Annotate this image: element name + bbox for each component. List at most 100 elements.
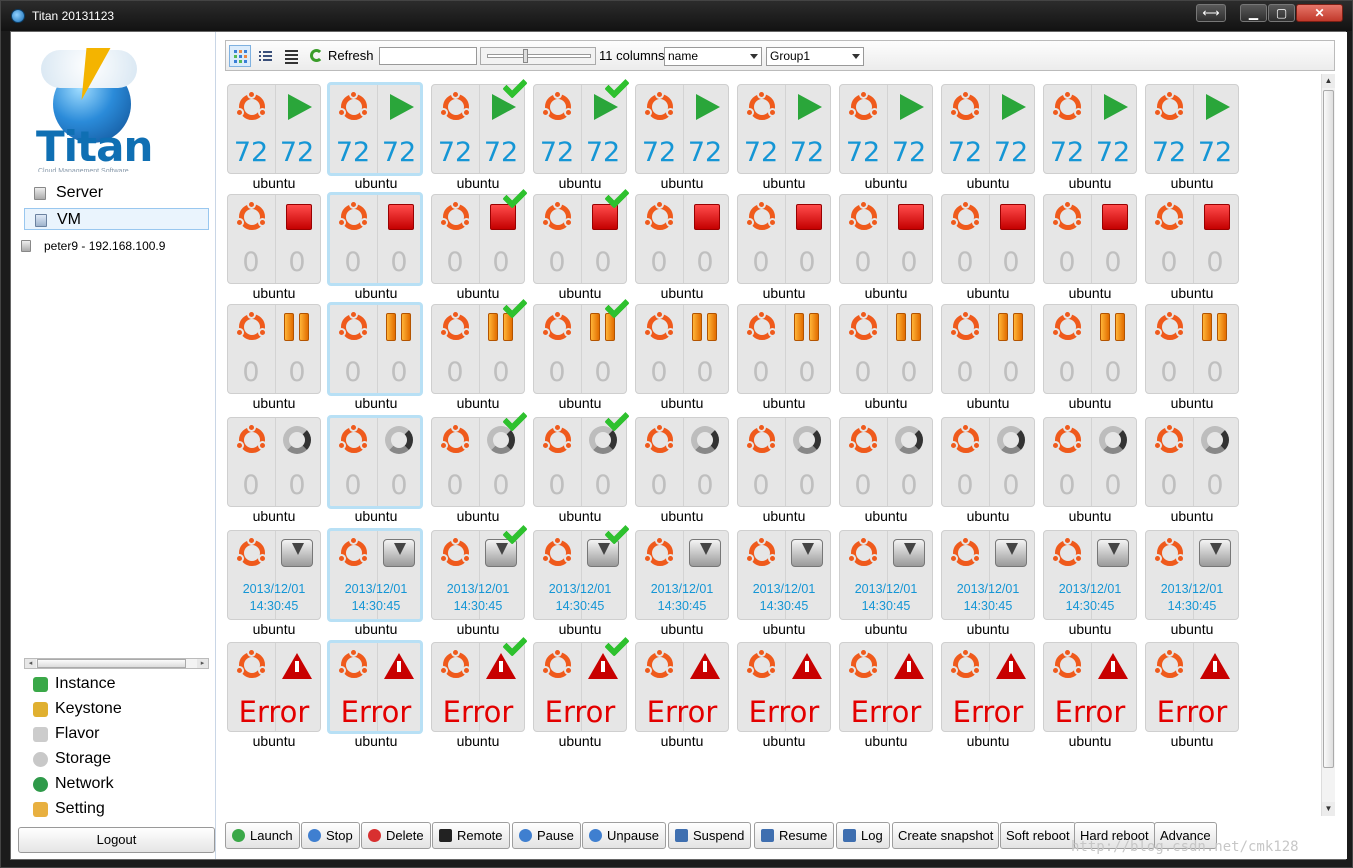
vm-tile[interactable]: 2013/12/01 14:30:45 — [431, 519, 528, 620]
vm-tile[interactable]: 00 — [1043, 304, 1137, 394]
vm-tile[interactable]: 00 — [941, 304, 1035, 394]
vm-tile[interactable]: 00 — [941, 417, 1035, 507]
restore-size-button[interactable]: ⟷ — [1196, 4, 1226, 22]
list-view-icon[interactable] — [254, 45, 276, 67]
vm-tile[interactable]: 72 72 — [1145, 84, 1239, 174]
vm-tile[interactable]: 00 — [635, 194, 729, 284]
close-button[interactable]: ✕ — [1296, 4, 1343, 22]
vm-tile[interactable]: 72 72 — [737, 84, 831, 174]
vm-tile[interactable]: 00 — [839, 194, 933, 284]
action-resume-button[interactable]: Resume — [754, 822, 835, 849]
scroll-up-button[interactable]: ▲ — [1322, 74, 1335, 88]
menu-item-keystone[interactable]: Keystone — [26, 697, 216, 722]
vm-tile[interactable]: Error — [839, 642, 933, 732]
vm-tile[interactable]: Error — [431, 631, 528, 732]
vm-tile[interactable]: 00 — [431, 406, 528, 507]
vm-tile[interactable]: 72 72 — [839, 84, 933, 174]
vm-tile[interactable]: 00 — [533, 183, 630, 284]
grid-view-icon[interactable] — [229, 45, 251, 67]
search-input[interactable] — [379, 47, 477, 65]
grid-vertical-scrollbar[interactable]: ▲ ▼ — [1321, 74, 1335, 816]
vm-tile[interactable]: 72 72 — [941, 84, 1035, 174]
menu-item-storage[interactable]: Storage — [26, 747, 216, 772]
vm-tile[interactable]: 00 — [839, 304, 933, 394]
vm-tile[interactable]: 00 — [431, 183, 528, 284]
vm-tile[interactable]: Error — [737, 642, 831, 732]
vm-tile[interactable]: 00 — [227, 194, 321, 284]
vm-tile[interactable]: 2013/12/01 14:30:45 — [533, 519, 630, 620]
vm-tile[interactable]: 72 72 — [533, 73, 630, 174]
vm-tile[interactable]: 00 — [1145, 194, 1239, 284]
columns-slider[interactable] — [480, 47, 596, 65]
scroll-left-button[interactable]: ◂ — [25, 659, 36, 668]
action-log-button[interactable]: Log — [836, 822, 890, 849]
vm-tile[interactable]: 00 — [635, 304, 729, 394]
vm-tile[interactable]: 2013/12/01 14:30:45 — [1145, 530, 1239, 620]
vm-tile[interactable]: 00 — [941, 194, 1035, 284]
scroll-right-button[interactable]: ▸ — [197, 659, 208, 668]
vm-tile[interactable]: 2013/12/01 14:30:45 — [327, 528, 423, 622]
menu-item-setting[interactable]: Setting — [26, 797, 216, 822]
vm-tile[interactable]: 00 — [327, 302, 423, 396]
action-soft-reboot-button[interactable]: Soft reboot — [1000, 822, 1076, 849]
vm-tile[interactable]: 72 72 — [327, 82, 423, 176]
action-suspend-button[interactable]: Suspend — [668, 822, 752, 849]
vm-tile[interactable]: 00 — [839, 417, 933, 507]
vm-tile[interactable]: 00 — [533, 406, 630, 507]
minimize-button[interactable]: ▁ — [1240, 4, 1267, 22]
vm-tile[interactable]: 00 — [635, 417, 729, 507]
vm-tile[interactable]: Error — [1043, 642, 1137, 732]
vm-tile[interactable]: 72 72 — [635, 84, 729, 174]
tree-item-server[interactable]: Server — [24, 182, 209, 204]
refresh-button[interactable]: Refresh — [310, 45, 374, 67]
vm-tile[interactable]: 72 72 — [1043, 84, 1137, 174]
vm-tile[interactable]: 2013/12/01 14:30:45 — [839, 530, 933, 620]
vm-tile[interactable]: 00 — [737, 417, 831, 507]
scroll-thumb[interactable] — [1323, 90, 1334, 768]
tree-horizontal-scrollbar[interactable]: ◂ ▸ — [24, 658, 209, 669]
vm-tile[interactable]: 72 72 — [431, 73, 528, 174]
menu-item-network[interactable]: Network — [26, 772, 216, 797]
menu-item-flavor[interactable]: Flavor — [26, 722, 216, 747]
vm-tile[interactable]: 00 — [227, 304, 321, 394]
vm-tile[interactable]: Error — [533, 631, 630, 732]
vm-tile[interactable]: 00 — [431, 293, 528, 394]
vm-tile[interactable]: 2013/12/01 14:30:45 — [941, 530, 1035, 620]
logout-button[interactable]: Logout — [18, 827, 215, 853]
vm-tile[interactable]: 00 — [1145, 417, 1239, 507]
scroll-down-button[interactable]: ▼ — [1322, 802, 1335, 816]
tree-item-vm[interactable]: VM — [24, 208, 209, 230]
scroll-thumb[interactable] — [37, 659, 186, 668]
vm-tile[interactable]: 00 — [737, 194, 831, 284]
vm-tile[interactable]: 00 — [533, 293, 630, 394]
tree-item-host[interactable]: peter9 - 192.168.100.9 — [18, 237, 165, 255]
vm-tile[interactable]: Error — [1145, 642, 1239, 732]
vm-tile[interactable]: 72 72 — [227, 84, 321, 174]
vm-tile[interactable]: 00 — [1043, 194, 1137, 284]
action-unpause-button[interactable]: Unpause — [582, 822, 667, 849]
detail-view-icon[interactable] — [280, 45, 302, 67]
vm-tile[interactable]: 2013/12/01 14:30:45 — [227, 530, 321, 620]
vm-tile[interactable]: 00 — [1145, 304, 1239, 394]
vm-tile[interactable]: 2013/12/01 14:30:45 — [737, 530, 831, 620]
menu-item-instance[interactable]: Instance — [26, 672, 216, 697]
action-remote-button[interactable]: Remote — [432, 822, 510, 849]
sort-select[interactable]: name — [664, 47, 762, 66]
vm-tile[interactable]: Error — [941, 642, 1035, 732]
action-stop-button[interactable]: Stop — [301, 822, 360, 849]
vm-tile[interactable]: Error — [227, 642, 321, 732]
vm-tile[interactable]: 00 — [327, 192, 423, 286]
vm-tile[interactable]: 2013/12/01 14:30:45 — [1043, 530, 1137, 620]
vm-tile[interactable]: 00 — [227, 417, 321, 507]
action-delete-button[interactable]: Delete — [361, 822, 431, 849]
group-select[interactable]: Group1 — [766, 47, 864, 66]
vm-tile[interactable]: 00 — [1043, 417, 1137, 507]
action-pause-button[interactable]: Pause — [512, 822, 581, 849]
vm-tile[interactable]: 00 — [327, 415, 423, 509]
slider-handle[interactable] — [523, 49, 528, 63]
vm-tile[interactable]: 2013/12/01 14:30:45 — [635, 530, 729, 620]
maximize-button[interactable]: ▢ — [1268, 4, 1295, 22]
vm-tile[interactable]: Error — [327, 640, 423, 734]
action-launch-button[interactable]: Launch — [225, 822, 300, 849]
vm-tile[interactable]: Error — [635, 642, 729, 732]
